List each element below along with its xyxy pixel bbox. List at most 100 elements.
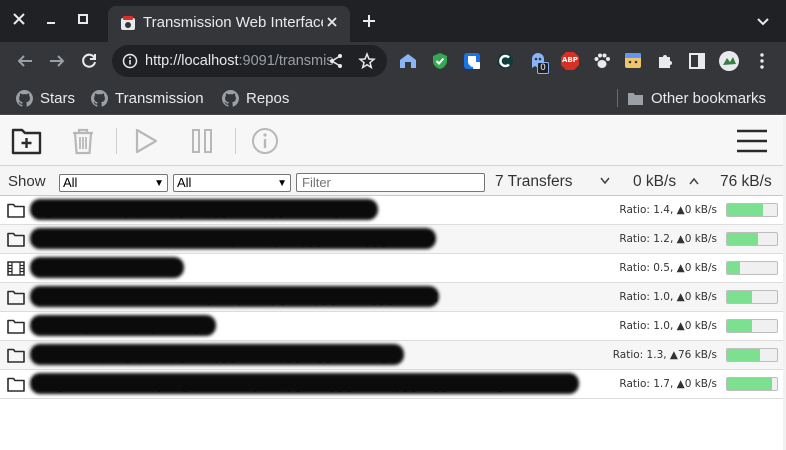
toolbar-divider (116, 128, 117, 154)
share-icon[interactable] (328, 53, 344, 69)
folder-icon (7, 203, 25, 218)
pause-icon[interactable] (185, 124, 219, 158)
torrent-row[interactable]: Tears of Steel HDRatio: 0.5, ▲0 kB/s (0, 254, 783, 283)
transmission-app: Show All ▼ All ▼ 7 Transfers 0 kB/s 76 k… (0, 116, 783, 450)
folder-icon (7, 290, 25, 305)
transmission-toolbar (0, 116, 783, 166)
maximize-window-icon[interactable] (72, 8, 94, 30)
torrent-list: Big Buck Bunny (2008) [720p] [BluRay] [Y… (0, 196, 783, 399)
github-icon (91, 89, 108, 107)
back-arrow-icon[interactable] (13, 49, 37, 73)
extension-box-face-icon[interactable] (623, 51, 643, 71)
tab-search-chevron-icon[interactable] (752, 10, 774, 32)
torrent-progress-bar (726, 261, 778, 275)
site-info-icon[interactable] (122, 53, 138, 69)
torrent-row[interactable]: Cosmos Laundromat First Cycle (2015) [10… (0, 283, 783, 312)
torrent-row[interactable]: Wing It Finish The Spring Of World (2023… (0, 370, 783, 399)
extension-c-icon[interactable] (495, 51, 515, 71)
torrent-progress-bar (726, 232, 778, 246)
bookmark-star-icon[interactable] (358, 51, 376, 70)
address-url[interactable]: http://localhost:9091/transmission/web/ (145, 53, 335, 69)
other-bookmarks-label: Other bookmarks (651, 89, 767, 107)
torrent-progress-fill (727, 291, 752, 303)
address-bar[interactable]: http://localhost:9091/transmission/web/ (112, 45, 387, 77)
browser-toolbar: http://localhost:9091/transmission/web/ … (0, 42, 786, 80)
torrent-progress-bar (726, 319, 778, 333)
remove-torrent-trash-icon[interactable] (66, 124, 100, 158)
new-tab-icon[interactable] (358, 10, 380, 32)
redaction-overlay (30, 344, 404, 365)
extensions-puzzle-icon[interactable] (655, 51, 675, 71)
torrent-row[interactable]: The Wild Spring (2019) [1080p] [WEBRip] … (0, 341, 783, 370)
tracker-filter-value: All (177, 175, 192, 190)
upload-arrow-icon (689, 175, 699, 188)
info-icon[interactable] (248, 124, 282, 158)
torrent-ratio-info: Ratio: 0.5, ▲0 kB/s (619, 262, 717, 274)
extension-paw-icon[interactable] (592, 51, 612, 71)
bookmark-label: Stars (40, 89, 76, 107)
bookmark-stars[interactable]: Stars (16, 88, 75, 108)
torrent-progress-fill (727, 320, 752, 332)
browser-titlebar: Transmission Web Interface (0, 0, 786, 42)
extension-adblock-icon[interactable]: ABP (560, 51, 580, 71)
folder-icon (7, 377, 25, 392)
reload-icon[interactable] (77, 49, 101, 73)
torrent-progress-fill (727, 262, 740, 274)
show-label: Show (8, 173, 46, 190)
bookmarks-bar: Stars Transmission Repos Other bookmarks (0, 80, 786, 115)
state-filter-value: All (63, 175, 78, 190)
extension-bitwarden-icon[interactable] (462, 51, 482, 71)
filter-search-input[interactable] (296, 173, 485, 192)
open-torrent-icon[interactable] (10, 124, 44, 158)
profile-avatar[interactable] (718, 50, 740, 72)
tab-title: Transmission Web Interface (143, 14, 323, 31)
toolbar-divider (235, 128, 236, 154)
forward-arrow-icon[interactable] (45, 49, 69, 73)
film-icon (7, 261, 25, 276)
transmission-favicon-icon (120, 15, 136, 31)
folder-icon (7, 348, 25, 363)
extension-abp-label: ABP (562, 56, 578, 64)
redaction-overlay (30, 199, 378, 220)
extension-house-icon[interactable] (398, 51, 418, 71)
chevron-down-icon: ▼ (277, 178, 287, 189)
github-icon (222, 89, 239, 107)
bookmark-label: Repos (246, 89, 290, 107)
close-window-icon[interactable] (8, 8, 30, 30)
download-speed: 0 kB/s (633, 173, 677, 190)
redaction-overlay (30, 286, 439, 307)
side-panel-icon[interactable] (687, 51, 707, 71)
torrent-ratio-info: Ratio: 1.2, ▲0 kB/s (619, 233, 717, 245)
extension-shield-icon[interactable] (430, 51, 450, 71)
torrent-row[interactable]: Big Buck Bunny (2008) [720p] [BluRay] [Y… (0, 196, 783, 225)
torrent-progress-fill (727, 204, 763, 216)
upload-speed: 76 kB/s (720, 173, 772, 190)
bookmark-label: Transmission (115, 89, 204, 107)
torrent-progress-bar (726, 377, 778, 391)
bookmarks-divider (617, 89, 618, 107)
torrent-row[interactable]: The Daily Dweebs (2017) [720p]Ratio: 1.0… (0, 312, 783, 341)
state-filter-select[interactable]: All ▼ (59, 174, 168, 192)
redaction-overlay (30, 257, 184, 278)
other-bookmarks-folder[interactable]: Other bookmarks (627, 88, 766, 108)
extension-badge-count: 0 (537, 62, 549, 74)
redaction-overlay (30, 228, 436, 249)
extension-ghost-icon[interactable]: 0 (528, 51, 549, 74)
resume-play-icon[interactable] (129, 124, 163, 158)
torrent-row[interactable]: Sintel Director Cut Remastered (2010) [7… (0, 225, 783, 254)
torrent-progress-fill (727, 378, 772, 390)
folder-icon (7, 232, 25, 247)
hamburger-menu-icon[interactable] (735, 124, 769, 158)
tracker-filter-select[interactable]: All ▼ (173, 174, 291, 192)
torrent-ratio-info: Ratio: 1.0, ▲0 kB/s (619, 291, 717, 303)
url-host: http://localhost (145, 53, 239, 69)
torrent-ratio-info: Ratio: 1.4, ▲0 kB/s (619, 204, 717, 216)
minimize-window-icon[interactable] (40, 8, 62, 30)
bookmark-transmission[interactable]: Transmission (91, 88, 204, 108)
bookmark-repos[interactable]: Repos (222, 88, 289, 108)
browser-tab-active[interactable]: Transmission Web Interface (108, 6, 350, 42)
torrent-progress-fill (727, 349, 760, 361)
browser-menu-icon[interactable] (752, 51, 772, 71)
torrent-progress-bar (726, 348, 778, 362)
tab-close-icon[interactable] (322, 12, 342, 32)
